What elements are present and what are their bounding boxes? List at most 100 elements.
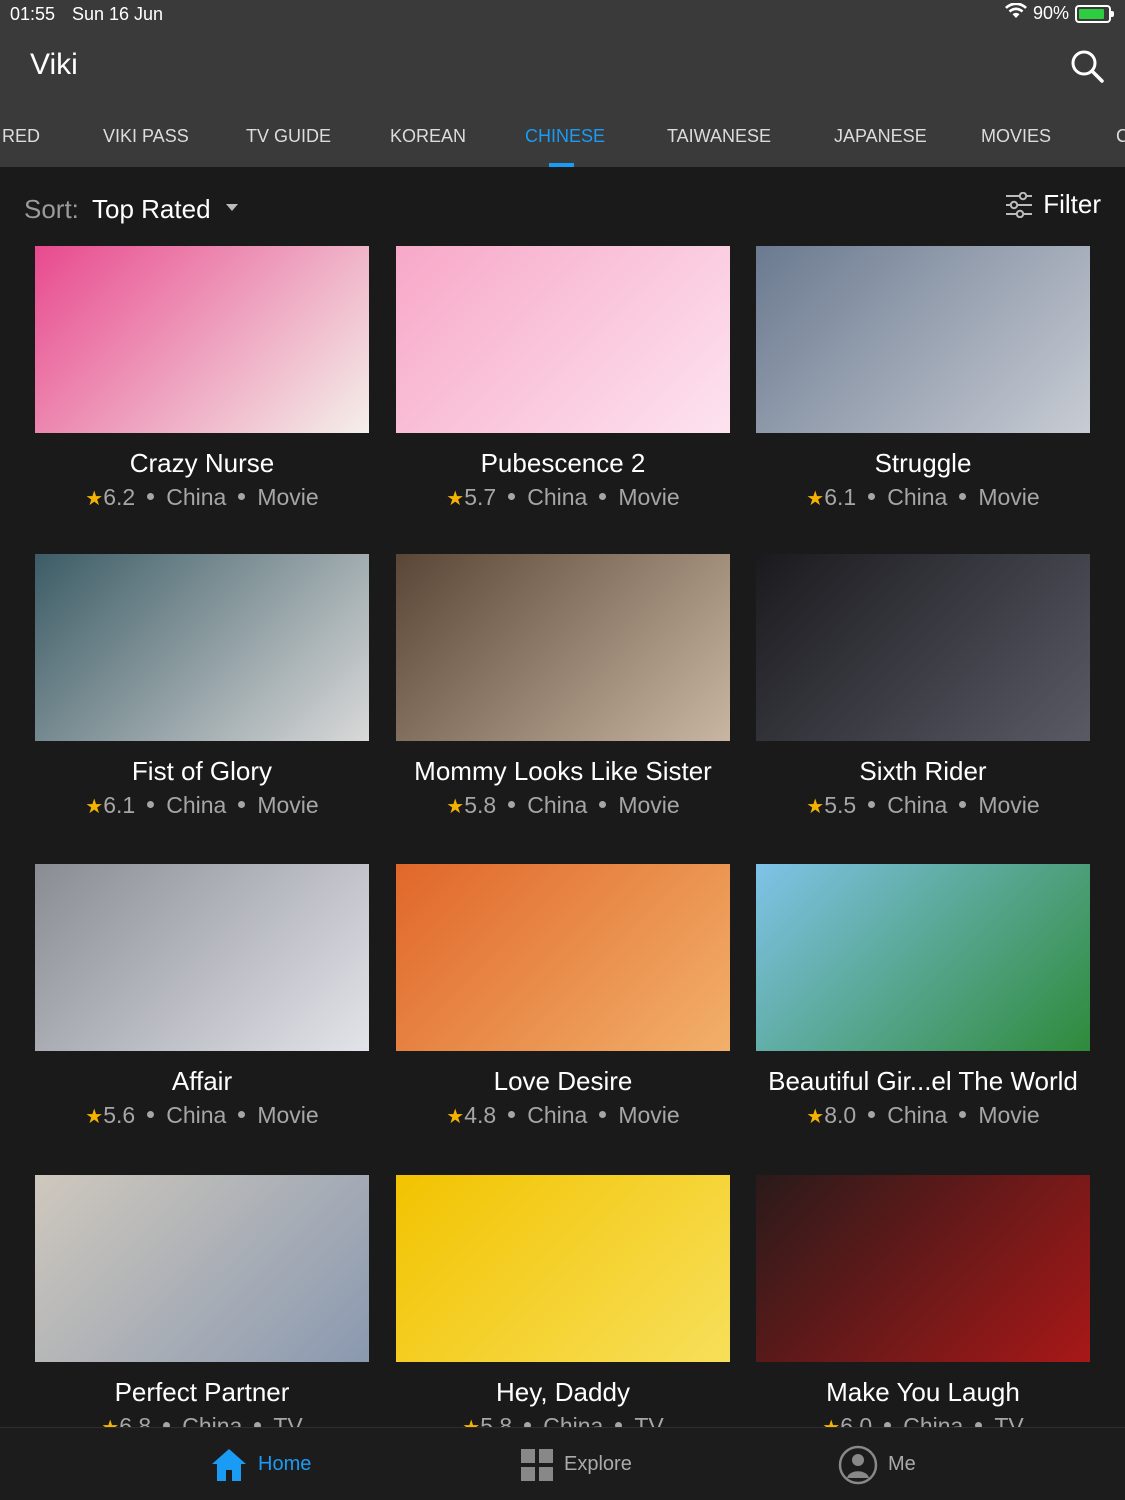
card-type: Movie: [257, 1102, 319, 1128]
card-country: China: [527, 792, 588, 818]
card-country: China: [887, 792, 948, 818]
card-meta: ★4.8 China Movie: [376, 1102, 750, 1129]
home-icon: [212, 1448, 246, 1481]
card-type: Movie: [978, 484, 1040, 510]
nav-explore-label: Explore: [564, 1453, 632, 1475]
tab-viki-pass[interactable]: VIKI PASS: [103, 126, 189, 147]
battery-level: [1079, 8, 1105, 19]
card-type: Movie: [257, 484, 319, 510]
search-icon: [1071, 50, 1104, 83]
status-date: Sun 16 Jun: [72, 4, 164, 24]
separator-dot: [238, 493, 246, 501]
star-icon: ★: [806, 488, 825, 510]
card-rating: 5.5: [824, 792, 857, 818]
card-rating: 4.8: [464, 1102, 497, 1128]
poster-image[interactable]: [35, 864, 369, 1051]
content-card[interactable]: Sixth Rider ★5.5 China Movie: [756, 554, 1090, 854]
tab-taiwanese[interactable]: TAIWANESE: [667, 126, 771, 147]
poster-image[interactable]: [35, 1175, 369, 1362]
separator-dot: [959, 493, 967, 501]
tab-featured[interactable]: RED: [2, 126, 40, 147]
content-card[interactable]: Mommy Looks Like Sister ★5.8 China Movie: [396, 554, 730, 854]
poster-image[interactable]: [756, 1175, 1090, 1362]
separator-dot: [868, 801, 876, 809]
separator-dot: [147, 801, 155, 809]
separator-dot: [508, 801, 516, 809]
card-title: Perfect Partner: [114, 1377, 290, 1407]
separator-dot: [508, 1111, 516, 1119]
card-meta: ★5.5 China Movie: [736, 792, 1110, 819]
poster-image[interactable]: [396, 554, 730, 741]
content-card[interactable]: Crazy Nurse ★6.2 China Movie: [35, 246, 369, 546]
poster-image[interactable]: [756, 554, 1090, 741]
card-title: Sixth Rider: [859, 756, 987, 786]
separator-dot: [508, 493, 516, 501]
poster-image[interactable]: [396, 246, 730, 433]
status-indicators: 90%: [1004, 2, 1114, 24]
content-card[interactable]: Pubescence 2 ★5.7 China Movie: [396, 246, 730, 546]
card-title: Pubescence 2: [480, 448, 646, 478]
card-type: Movie: [618, 792, 680, 818]
poster-image[interactable]: [756, 864, 1090, 1051]
card-type: Movie: [257, 792, 319, 818]
nav-me[interactable]: Me: [838, 1428, 916, 1500]
tab-tv-guide[interactable]: TV GUIDE: [246, 126, 331, 147]
grid-icon: [521, 1448, 553, 1481]
card-rating: 6.2: [103, 484, 136, 510]
search-button[interactable]: [1067, 46, 1107, 86]
card-title: Struggle: [874, 448, 972, 478]
battery-icon: [1075, 4, 1114, 23]
star-icon: ★: [85, 796, 104, 818]
poster-image[interactable]: [35, 554, 369, 741]
content-card[interactable]: Love Desire ★4.8 China Movie: [396, 864, 730, 1164]
poster-image[interactable]: [35, 246, 369, 433]
user-icon: [838, 1445, 878, 1484]
chevron-down-icon[interactable]: [226, 204, 238, 211]
separator-dot: [868, 1111, 876, 1119]
card-rating: 5.7: [464, 484, 497, 510]
separator-dot: [599, 1111, 607, 1119]
card-rating: 5.8: [464, 792, 497, 818]
content-card[interactable]: Affair ★5.6 China Movie: [35, 864, 369, 1164]
card-title: Fist of Glory: [131, 756, 273, 786]
nav-explore[interactable]: Explore: [520, 1428, 632, 1500]
card-type: Movie: [978, 1102, 1040, 1128]
content-card[interactable]: Struggle ★6.1 China Movie: [756, 246, 1090, 546]
tab-korean[interactable]: KOREAN: [390, 126, 466, 147]
bottom-nav: Home Explore Me: [0, 1427, 1125, 1500]
filter-icon: [1006, 191, 1033, 218]
card-meta: ★6.2 China Movie: [15, 484, 389, 511]
star-icon: ★: [446, 796, 465, 818]
tab-chinese[interactable]: CHINESE: [525, 126, 605, 147]
tab-japanese[interactable]: JAPANESE: [834, 126, 927, 147]
status-bar: 01:55 Sun 16 Jun 90%: [0, 0, 1125, 30]
separator-dot: [599, 801, 607, 809]
card-meta: ★5.8 China Movie: [376, 792, 750, 819]
nav-me-label: Me: [888, 1453, 916, 1475]
separator-dot: [238, 801, 246, 809]
filter-button[interactable]: Filter: [1005, 189, 1101, 220]
card-country: China: [887, 484, 948, 510]
separator-dot: [147, 493, 155, 501]
card-title: Hey, Daddy: [496, 1377, 630, 1407]
card-type: Movie: [618, 484, 680, 510]
category-tabs: RED VIKI PASS TV GUIDE KOREAN CHINESE TA…: [0, 120, 1125, 167]
tab-next[interactable]: C: [1116, 126, 1125, 147]
content-card[interactable]: Fist of Glory ★6.1 China Movie: [35, 554, 369, 854]
star-icon: ★: [446, 488, 465, 510]
card-title: Beautiful Gir...el The World: [768, 1066, 1078, 1096]
nav-home[interactable]: Home: [210, 1428, 311, 1500]
poster-image[interactable]: [396, 864, 730, 1051]
tab-movies[interactable]: MOVIES: [981, 126, 1051, 147]
status-time: 01:55: [10, 4, 56, 24]
card-type: Movie: [978, 792, 1040, 818]
star-icon: ★: [85, 488, 104, 510]
poster-image[interactable]: [756, 246, 1090, 433]
sort-dropdown[interactable]: Top Rated: [92, 194, 211, 225]
content-card[interactable]: Beautiful Gir...el The World ★8.0 China Mov…: [756, 864, 1090, 1164]
poster-image[interactable]: [396, 1175, 730, 1362]
star-icon: ★: [446, 1106, 465, 1128]
card-title: Affair: [171, 1066, 233, 1096]
card-country: China: [166, 484, 227, 510]
card-title: Crazy Nurse: [129, 448, 275, 478]
